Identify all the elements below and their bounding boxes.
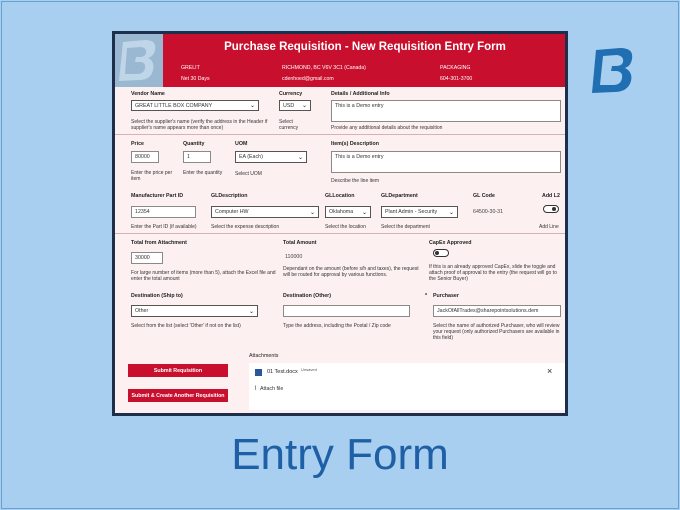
price-input[interactable]: 80000 bbox=[131, 151, 159, 163]
gl-code-label: GL Code bbox=[473, 193, 495, 199]
contact-email: cdenhoed@gmail.com bbox=[282, 76, 334, 82]
purchaser-input[interactable]: JackOfAllTrades@sharepointsolutions.dem bbox=[433, 305, 561, 317]
destination-hint: Select from the list (select 'Other' if … bbox=[131, 323, 241, 329]
destination-other-input[interactable] bbox=[283, 305, 410, 317]
close-icon[interactable]: × bbox=[547, 366, 552, 376]
company-name: GRELIT bbox=[181, 65, 200, 71]
uom-hint: Select UOM bbox=[235, 171, 262, 177]
payment-terms: Net 30 Days bbox=[181, 76, 210, 82]
item-description-label: Item(s) Description bbox=[331, 141, 379, 147]
gl-description-label: GLDescription bbox=[211, 193, 248, 199]
form-title: Purchase Requisition - New Requisition E… bbox=[224, 41, 506, 53]
details-label: Details / Additional Info bbox=[331, 91, 390, 97]
destination-dropdown[interactable]: Other ⌄ bbox=[131, 305, 258, 317]
submit-requisition-button[interactable]: Submit Requisition bbox=[128, 364, 228, 377]
purchaser-label: Purchaser bbox=[433, 293, 459, 299]
word-file-icon bbox=[255, 369, 262, 376]
vendor-hint: Select the supplier's name (verify the a… bbox=[131, 119, 268, 131]
destination-value: Other bbox=[135, 308, 149, 314]
currency-value: USD bbox=[283, 102, 295, 109]
vendor-dropdown[interactable]: GREAT LITTLE BOX COMPANY ⌄ bbox=[131, 100, 259, 111]
gl-location-dropdown[interactable]: Oklahoma ⌄ bbox=[325, 206, 371, 218]
gl-location-hint: Select the location bbox=[325, 224, 366, 230]
toggle-knob bbox=[435, 251, 439, 255]
gl-description-value: Computer HW bbox=[215, 209, 249, 215]
capex-hint: If this is an already approved CapEx, sl… bbox=[429, 264, 557, 282]
paperclip-icon: ⌇ bbox=[254, 386, 257, 392]
manufacturer-part-label: Manufacturer Part ID bbox=[131, 193, 184, 199]
gl-location-label: GLLocation bbox=[325, 193, 355, 199]
add-line-label: Add L2 bbox=[542, 193, 560, 199]
chevron-down-icon: ⌄ bbox=[248, 308, 254, 315]
item-description-textarea[interactable]: This is a Demo entry bbox=[331, 151, 561, 173]
purchaser-hint: Select the name of authorized Purchaser,… bbox=[433, 323, 560, 341]
submit-create-another-button[interactable]: Submit & Create Another Requisition bbox=[128, 389, 228, 402]
gl-department-hint: Select the department bbox=[381, 224, 430, 230]
total-attachment-hint: For large number of items (more than 5),… bbox=[131, 270, 276, 282]
app-logo bbox=[115, 34, 163, 87]
gl-location-value: Oklahoma bbox=[329, 209, 354, 215]
capex-toggle[interactable] bbox=[433, 249, 449, 257]
slide-title: Entry Form bbox=[231, 430, 449, 479]
attachment-status: Unsaved bbox=[301, 367, 317, 372]
capex-label: CapEx Approved bbox=[429, 240, 472, 246]
quantity-input[interactable]: 1 bbox=[183, 151, 211, 163]
total-attachment-label: Total from Attachment bbox=[131, 240, 187, 246]
destination-other-label: Destination (Other) bbox=[283, 293, 331, 299]
vendor-value: GREAT LITTLE BOX COMPANY bbox=[135, 102, 213, 109]
form-header: Purchase Requisition - New Requisition E… bbox=[115, 34, 565, 87]
manufacturer-part-hint: Enter the Part ID (if available) bbox=[131, 224, 197, 230]
total-attachment-input[interactable]: 30000 bbox=[131, 252, 163, 264]
chevron-down-icon: ⌄ bbox=[249, 103, 255, 109]
attachment-file-name[interactable]: 01 Test.docx bbox=[267, 369, 298, 375]
total-amount-label: Total Amount bbox=[283, 240, 317, 246]
gl-description-dropdown[interactable]: Computer HW ⌄ bbox=[211, 206, 319, 218]
price-hint: Enter the price per item bbox=[131, 170, 173, 182]
contact-phone: 604-301-3700 bbox=[440, 76, 473, 82]
add-line-hint: Add Line bbox=[539, 224, 559, 230]
requisition-form-window: Purchase Requisition - New Requisition E… bbox=[112, 31, 568, 416]
uom-label: UOM bbox=[235, 141, 248, 147]
toggle-knob bbox=[552, 207, 556, 211]
currency-dropdown[interactable]: USD ⌄ bbox=[279, 100, 311, 111]
attach-file-link[interactable]: Attach file bbox=[260, 386, 283, 392]
chevron-down-icon: ⌄ bbox=[361, 209, 367, 216]
destination-label: Destination (Ship to) bbox=[131, 293, 183, 299]
gl-department-label: GLDepartment bbox=[381, 193, 418, 199]
destination-other-hint: Type the address, including the Postal /… bbox=[283, 323, 391, 329]
company-department: PACKAGING bbox=[440, 65, 471, 71]
chevron-down-icon: ⌄ bbox=[309, 209, 315, 216]
details-hint: Provide any additional details about the… bbox=[331, 125, 443, 131]
uom-dropdown[interactable]: EA (Each) ⌄ bbox=[235, 151, 307, 163]
currency-hint: Select currency bbox=[279, 119, 299, 131]
quantity-label: Quantity bbox=[183, 141, 205, 147]
uom-value: EA (Each) bbox=[239, 154, 263, 160]
manufacturer-part-input[interactable]: 12354 bbox=[131, 206, 196, 218]
price-label: Price bbox=[131, 141, 144, 147]
gl-code-value: 64500-30-31 bbox=[473, 209, 504, 215]
quantity-hint: Enter the quantity bbox=[183, 170, 223, 176]
currency-label: Currency bbox=[279, 91, 303, 97]
chevron-down-icon: ⌄ bbox=[301, 103, 307, 109]
total-amount-hint: Dependant on the amount (before s/h and … bbox=[283, 266, 419, 278]
vendor-label: Vendor Name bbox=[131, 91, 165, 97]
company-address: RICHMOND, BC V6V 3C1 (Canada) bbox=[282, 65, 366, 71]
gl-department-dropdown[interactable]: Plant Admin - Security ⌄ bbox=[381, 206, 458, 218]
attachments-label: Attachments bbox=[249, 353, 279, 359]
gl-department-value: Plant Admin - Security bbox=[385, 209, 438, 215]
required-mark: * bbox=[425, 293, 428, 299]
item-description-hint: Describe the line item bbox=[331, 178, 380, 184]
attachments-area: 01 Test.docx Unsaved × ⌇ Attach file bbox=[249, 363, 565, 410]
chevron-down-icon: ⌄ bbox=[297, 154, 303, 161]
brand-logo-icon bbox=[592, 48, 633, 93]
add-line-toggle[interactable] bbox=[543, 205, 559, 213]
details-textarea[interactable]: This is a Demo entry bbox=[331, 100, 561, 122]
section-divider bbox=[115, 134, 565, 135]
gl-description-hint: Select the expense description bbox=[211, 224, 280, 230]
chevron-down-icon: ⌄ bbox=[448, 209, 454, 216]
total-amount-value: 110000 bbox=[285, 254, 303, 260]
section-divider bbox=[115, 233, 565, 234]
logo-icon bbox=[119, 40, 156, 81]
